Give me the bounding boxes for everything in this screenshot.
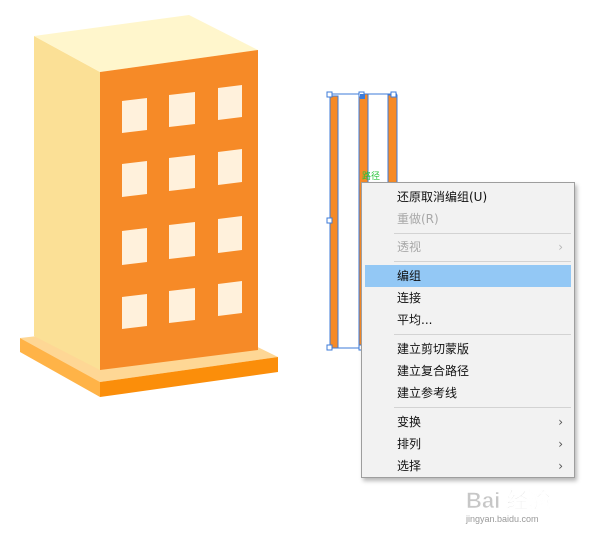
menu-item-make-clipping-mask[interactable]: 建立剪切蒙版	[365, 338, 571, 360]
pillar-path-3[interactable]	[387, 94, 398, 196]
menu-item-label: 选择	[397, 459, 422, 473]
menu-separator	[394, 261, 571, 262]
menu-item-arrange[interactable]: 排列 ›	[365, 433, 571, 455]
path-hint-label: 路径	[362, 172, 381, 182]
watermark-url: jingyan.baidu.com	[466, 514, 539, 524]
menu-item-label: 建立参考线	[397, 386, 458, 400]
menu-item-label: 还原取消编组(U)	[397, 190, 488, 204]
menu-item-group[interactable]: 编组	[365, 265, 571, 287]
building-window	[218, 281, 242, 316]
menu-item-average[interactable]: 平均...	[365, 309, 571, 331]
building-window	[218, 85, 242, 120]
menu-item-transform[interactable]: 变换 ›	[365, 411, 571, 433]
building-window	[218, 216, 242, 253]
menu-item-label: 建立剪切蒙版	[397, 342, 470, 356]
menu-item-label: 建立复合路径	[397, 364, 470, 378]
menu-item-join[interactable]: 连接	[365, 287, 571, 309]
building-window	[169, 155, 195, 191]
building-window	[122, 294, 147, 329]
menu-item-perspective[interactable]: 透视 ›	[365, 236, 571, 258]
menu-item-label: 平均...	[397, 313, 433, 327]
menu-item-undo-ungroup[interactable]: 还原取消编组(U)	[365, 186, 571, 208]
menu-item-redo[interactable]: 重做(R)	[365, 208, 571, 230]
selection-handle[interactable]	[390, 91, 397, 98]
menu-separator	[394, 233, 571, 234]
anchor-point[interactable]	[360, 94, 365, 99]
watermark-logo-text: Bai 经验	[466, 488, 550, 513]
menu-separator	[394, 407, 571, 408]
menu-item-label: 透视	[397, 240, 422, 254]
menu-item-label: 变换	[397, 415, 422, 429]
submenu-arrow-icon: ›	[558, 437, 563, 451]
selection-handle[interactable]	[326, 344, 333, 351]
menu-item-label: 连接	[397, 291, 422, 305]
building-window	[218, 149, 242, 185]
submenu-arrow-icon: ›	[558, 240, 563, 254]
building-window	[169, 288, 195, 323]
menu-item-label: 重做(R)	[397, 212, 439, 226]
building-window	[169, 92, 195, 127]
context-menu[interactable]: 还原取消编组(U) 重做(R) 透视 › 编组 连接 平均... 建立剪切蒙版 …	[361, 182, 575, 478]
building-window	[169, 222, 195, 259]
building-side	[34, 36, 100, 370]
menu-item-make-compound-path[interactable]: 建立复合路径	[365, 360, 571, 382]
selection-handle[interactable]	[326, 91, 333, 98]
menu-item-label: 排列	[397, 437, 422, 451]
menu-item-make-guides[interactable]: 建立参考线	[365, 382, 571, 404]
building-window	[122, 228, 147, 265]
submenu-arrow-icon: ›	[558, 459, 563, 473]
menu-separator	[394, 334, 571, 335]
building-window	[122, 98, 147, 133]
submenu-arrow-icon: ›	[558, 415, 563, 429]
selection-handle[interactable]	[326, 217, 333, 224]
menu-item-select[interactable]: 选择 ›	[365, 455, 571, 477]
building-window	[122, 161, 147, 197]
menu-item-label: 编组	[397, 269, 422, 283]
